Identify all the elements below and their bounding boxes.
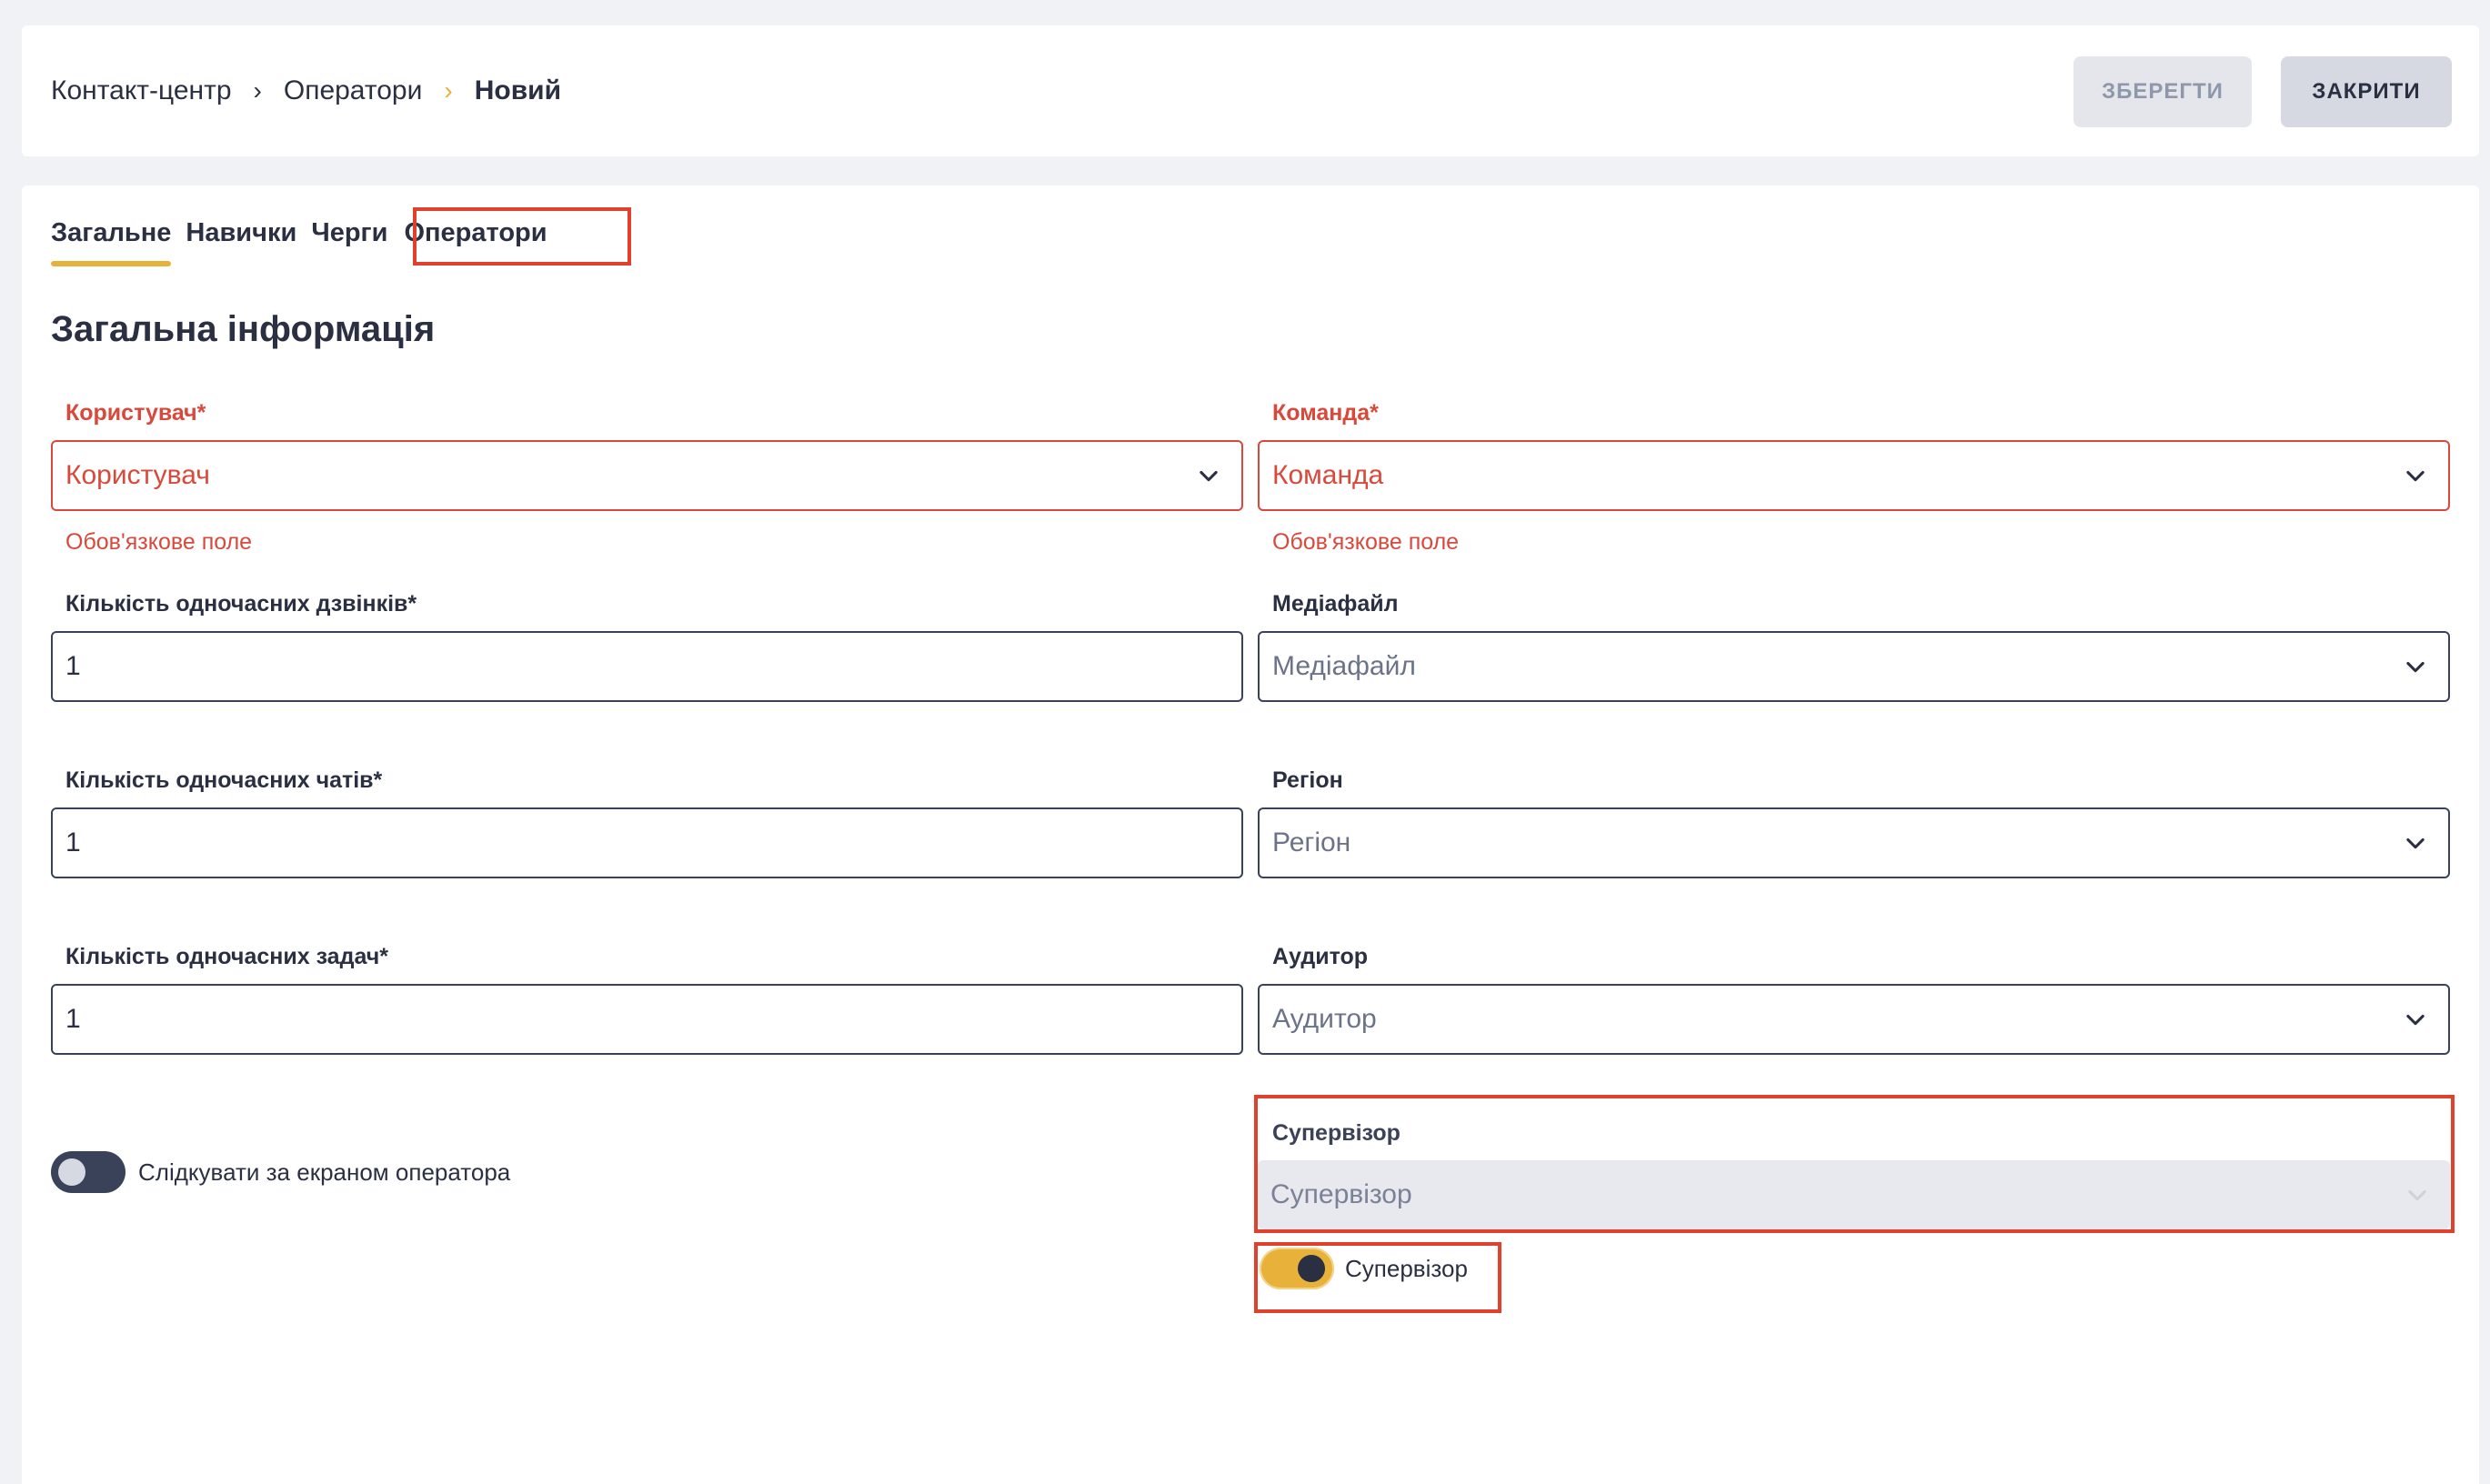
simultaneous-tasks-value: 1	[65, 1004, 81, 1034]
team-placeholder: Команда	[1272, 460, 1384, 490]
simultaneous-chats-input[interactable]: 1	[51, 807, 1243, 878]
breadcrumb-current: Новий	[474, 75, 562, 105]
region-label: Регіон	[1272, 767, 1343, 793]
screen-tracking-label: Слідкувати за екраном оператора	[138, 1158, 511, 1186]
breadcrumb-operators[interactable]: Оператори	[284, 75, 423, 106]
tab-operators-highlight	[413, 207, 631, 266]
user-error: Обов'язкове поле	[65, 529, 253, 555]
chevron-down-icon	[2406, 661, 2425, 673]
tab-queues[interactable]: Черги	[311, 218, 387, 266]
supervisor-select-highlight	[1254, 1095, 2455, 1233]
team-label: Команда*	[1272, 400, 1379, 426]
simultaneous-calls-input[interactable]: 1	[51, 631, 1243, 702]
save-button[interactable]: ЗБЕРЕГТИ	[2073, 56, 2252, 127]
breadcrumb-contact-center[interactable]: Контакт-центр	[51, 75, 232, 106]
simultaneous-tasks-label: Кількість одночасних задач*	[65, 944, 388, 969]
media-file-label: Медіафайл	[1272, 591, 1399, 617]
section-title: Загальна інформація	[51, 309, 436, 349]
user-select[interactable]: Користувач	[51, 440, 1243, 511]
media-file-placeholder: Медіафайл	[1272, 651, 1416, 681]
user-placeholder: Користувач	[65, 460, 210, 490]
auditor-label: Аудитор	[1272, 944, 1369, 969]
chevron-right-icon: ›	[253, 76, 262, 105]
screen-tracking-toggle[interactable]	[51, 1151, 126, 1193]
media-file-select[interactable]: Медіафайл	[1258, 631, 2450, 702]
chevron-right-icon: ›	[444, 76, 453, 105]
chevron-down-icon	[2406, 1014, 2425, 1026]
close-button[interactable]: ЗАКРИТИ	[2281, 56, 2452, 127]
tab-general[interactable]: Загальне	[51, 218, 172, 266]
tab-skills[interactable]: Навички	[186, 218, 296, 266]
header-bar: Контакт-центр › Оператори › Новий ЗБЕРЕГ…	[22, 25, 2479, 156]
chevron-down-icon	[2406, 837, 2425, 849]
chevron-down-icon	[1200, 470, 1218, 482]
team-select[interactable]: Команда	[1258, 440, 2450, 511]
region-select[interactable]: Регіон	[1258, 807, 2450, 878]
form-card: Загальне Навички Черги Оператори Загальн…	[22, 186, 2479, 1484]
toggle-knob	[58, 1158, 85, 1186]
auditor-placeholder: Аудитор	[1272, 1004, 1377, 1034]
simultaneous-calls-value: 1	[65, 651, 81, 681]
user-label: Користувач*	[65, 400, 206, 426]
team-error: Обов'язкове поле	[1272, 529, 1460, 555]
supervisor-toggle-highlight	[1254, 1242, 1501, 1313]
chevron-down-icon	[2406, 470, 2425, 482]
simultaneous-chats-value: 1	[65, 827, 81, 857]
breadcrumb: Контакт-центр › Оператори › Новий	[51, 25, 561, 156]
simultaneous-tasks-input[interactable]: 1	[51, 984, 1243, 1055]
region-placeholder: Регіон	[1272, 827, 1351, 857]
simultaneous-chats-label: Кількість одночасних чатів*	[65, 767, 383, 793]
simultaneous-calls-label: Кількість одночасних дзвінків*	[65, 591, 417, 617]
auditor-select[interactable]: Аудитор	[1258, 984, 2450, 1055]
